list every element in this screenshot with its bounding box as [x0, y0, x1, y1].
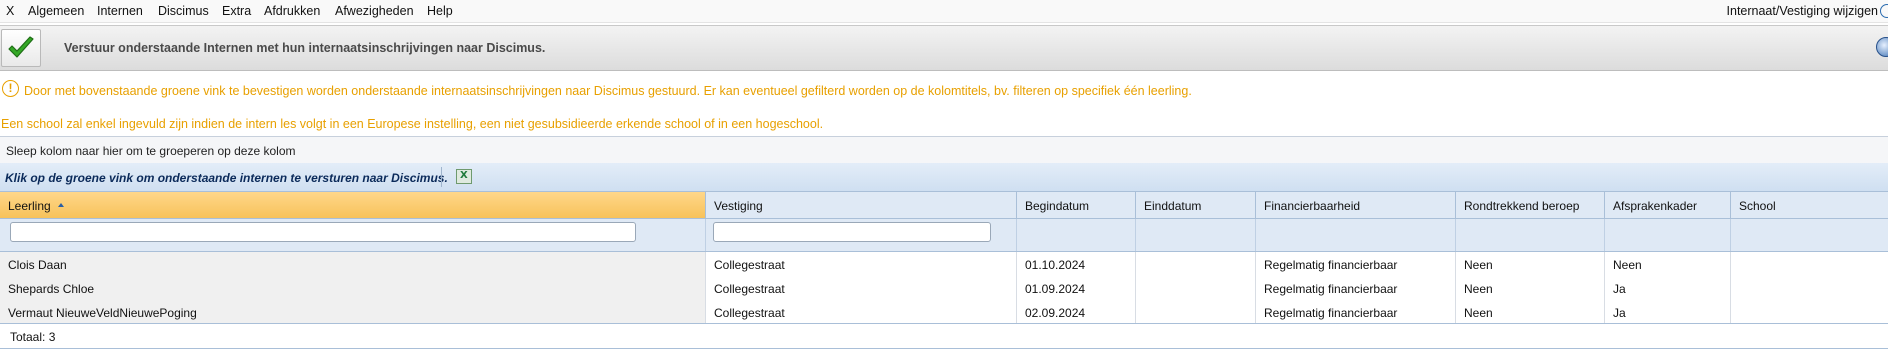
column-header-label: Vestiging [714, 199, 763, 213]
menu-extra[interactable]: Extra [222, 4, 251, 18]
filter-cell-financierbaarheid [1256, 219, 1456, 251]
filter-input-leerling[interactable] [10, 222, 636, 242]
cell-school [1731, 300, 1888, 324]
cell-financierbaarheid: Regelmatig financierbaar [1256, 276, 1456, 300]
filter-cell-school [1731, 219, 1888, 251]
cell-begindatum: 02.09.2024 [1017, 300, 1136, 324]
cell-afsprakenkader: Ja [1605, 276, 1731, 300]
column-header-label: Rondtrekkend beroep [1464, 199, 1580, 213]
group-by-hint: Sleep kolom naar hier om te groeperen op… [6, 144, 296, 158]
menu-close[interactable]: X [6, 4, 14, 18]
filter-cell-afsprakenkader [1605, 219, 1731, 251]
toolbar-separator [441, 167, 442, 187]
column-header-rondtrekkend-beroep[interactable]: Rondtrekkend beroep [1456, 192, 1605, 218]
menu-afdrukken[interactable]: Afdrukken [264, 4, 320, 18]
filter-cell-rondtrekkend-beroep [1456, 219, 1605, 251]
grid-header-row: Leerling Vestiging Begindatum Einddatum … [0, 192, 1888, 219]
help-globe-icon[interactable] [1876, 37, 1888, 57]
column-header-einddatum[interactable]: Einddatum [1136, 192, 1256, 218]
excel-icon [456, 169, 472, 184]
column-header-label: School [1739, 199, 1776, 213]
cell-school [1731, 276, 1888, 300]
table-row[interactable]: Shepards Chloe Collegestraat 01.09.2024 … [0, 276, 1888, 301]
table-row[interactable]: Vermaut NieuweVeldNieuwePoging Collegest… [0, 300, 1888, 325]
cell-leerling: Clois Daan [0, 252, 706, 276]
menu-afwezigheden[interactable]: Afwezigheden [335, 4, 414, 18]
cell-afsprakenkader: Neen [1605, 252, 1731, 276]
filter-cell-einddatum [1136, 219, 1256, 251]
total-count: Totaal: 3 [10, 330, 56, 344]
cell-rondtrekkend-beroep: Neen [1456, 276, 1605, 300]
cell-begindatum: 01.09.2024 [1017, 276, 1136, 300]
filter-cell-vestiging [706, 219, 1017, 251]
confirm-send-button[interactable] [1, 29, 41, 67]
column-header-label: Leerling [8, 199, 51, 213]
filter-cell-leerling [0, 219, 706, 251]
menu-discimus[interactable]: Discimus [158, 4, 209, 18]
cell-leerling: Shepards Chloe [0, 276, 706, 300]
cell-school [1731, 252, 1888, 276]
cell-rondtrekkend-beroep: Neen [1456, 300, 1605, 324]
column-header-label: Afsprakenkader [1613, 199, 1698, 213]
column-header-vestiging[interactable]: Vestiging [706, 192, 1017, 218]
toolbar-message: Verstuur onderstaande Internen met hun i… [64, 41, 546, 55]
column-header-school[interactable]: School [1731, 192, 1888, 218]
column-header-leerling[interactable]: Leerling [0, 192, 706, 218]
grid-footer: Totaal: 3 [0, 323, 1888, 349]
menu-help[interactable]: Help [427, 4, 453, 18]
cell-begindatum: 01.10.2024 [1017, 252, 1136, 276]
cell-vestiging: Collegestraat [706, 300, 1017, 324]
table-row[interactable]: Clois Daan Collegestraat 01.10.2024 Rege… [0, 252, 1888, 277]
sort-asc-icon [58, 203, 64, 207]
cell-financierbaarheid: Regelmatig financierbaar [1256, 300, 1456, 324]
check-icon [8, 36, 34, 58]
info-text-school: Een school zal enkel ingevuld zijn indie… [1, 117, 824, 131]
cell-vestiging: Collegestraat [706, 276, 1017, 300]
column-header-afsprakenkader[interactable]: Afsprakenkader [1605, 192, 1731, 218]
menu-internen[interactable]: Internen [97, 4, 143, 18]
column-header-label: Einddatum [1144, 199, 1202, 213]
exclamation-icon: ! [2, 80, 19, 97]
cell-afsprakenkader: Ja [1605, 300, 1731, 324]
export-excel-button[interactable] [446, 167, 486, 187]
grid-toolbar: Klik op de groene vink om onderstaande i… [0, 163, 1888, 192]
cell-einddatum [1136, 252, 1256, 276]
column-header-label: Begindatum [1025, 199, 1090, 213]
column-header-label: Financierbaarheid [1264, 199, 1361, 213]
info-text-confirm: Door met bovenstaande groene vink te bev… [24, 84, 1192, 98]
cell-einddatum [1136, 276, 1256, 300]
cell-vestiging: Collegestraat [706, 252, 1017, 276]
menu-algemeen[interactable]: Algemeen [28, 4, 84, 18]
column-header-begindatum[interactable]: Begindatum [1017, 192, 1136, 218]
change-location-link[interactable]: Internaat/Vestiging wijzigen [1727, 4, 1878, 18]
menu-bar: X Algemeen Internen Discimus Extra Afdru… [0, 0, 1888, 23]
grid-toolbar-hint: Klik op de groene vink om onderstaande i… [5, 171, 448, 185]
action-toolbar: Verstuur onderstaande Internen met hun i… [0, 25, 1888, 71]
filter-input-vestiging[interactable] [713, 222, 991, 242]
column-header-financierbaarheid[interactable]: Financierbaarheid [1256, 192, 1456, 218]
cell-rondtrekkend-beroep: Neen [1456, 252, 1605, 276]
group-by-panel[interactable]: Sleep kolom naar hier om te groeperen op… [0, 136, 1888, 164]
grid-filter-row [0, 219, 1888, 252]
change-location-icon[interactable] [1880, 4, 1888, 18]
cell-einddatum [1136, 300, 1256, 324]
filter-cell-begindatum [1017, 219, 1136, 251]
cell-leerling: Vermaut NieuweVeldNieuwePoging [0, 300, 706, 324]
cell-financierbaarheid: Regelmatig financierbaar [1256, 252, 1456, 276]
